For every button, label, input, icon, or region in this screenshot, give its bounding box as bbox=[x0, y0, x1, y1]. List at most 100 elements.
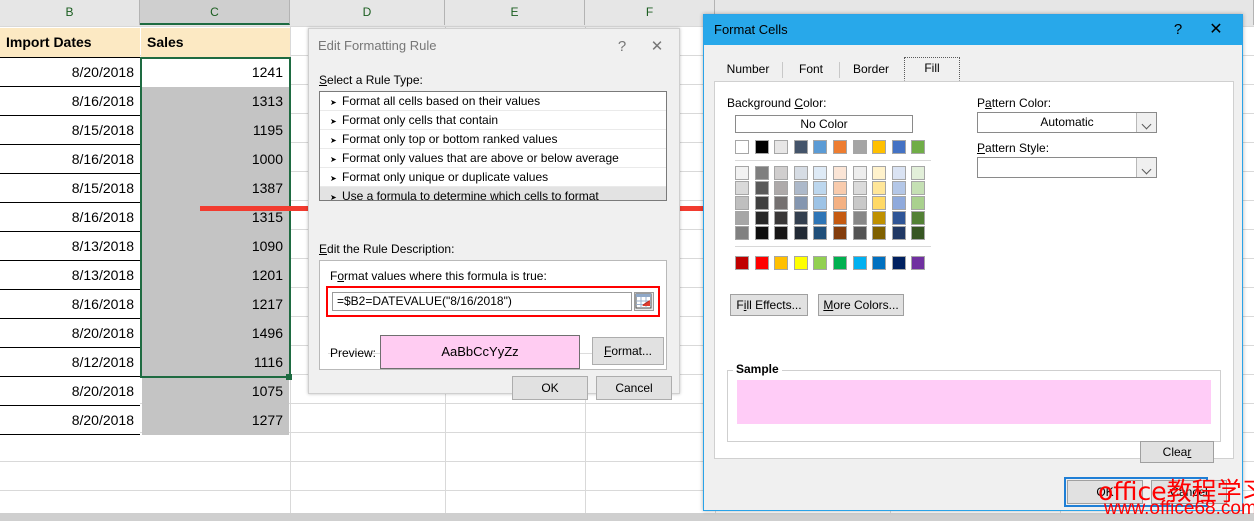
color-swatch[interactable] bbox=[774, 140, 788, 154]
clear-button[interactable]: Clear bbox=[1140, 441, 1214, 463]
color-swatch[interactable] bbox=[735, 256, 749, 270]
color-swatch[interactable] bbox=[833, 256, 847, 270]
color-swatch[interactable] bbox=[911, 140, 925, 154]
color-swatch[interactable] bbox=[872, 166, 886, 180]
cell-c1-header[interactable]: Sales bbox=[141, 28, 290, 58]
rule-type-list[interactable]: ➤Format all cells based on their values➤… bbox=[319, 91, 667, 201]
table-row-date[interactable]: 8/13/2018 bbox=[0, 261, 140, 290]
color-swatch[interactable] bbox=[774, 256, 788, 270]
color-swatch[interactable] bbox=[813, 166, 827, 180]
chevron-down-icon[interactable] bbox=[1136, 158, 1156, 177]
color-swatch[interactable] bbox=[853, 196, 867, 210]
table-row-date[interactable]: 8/12/2018 bbox=[0, 348, 140, 377]
color-swatch[interactable] bbox=[794, 256, 808, 270]
chevron-down-icon[interactable] bbox=[1136, 113, 1156, 132]
table-row-sales[interactable]: 1387 bbox=[142, 174, 289, 203]
fill-handle[interactable] bbox=[286, 374, 292, 380]
table-row-sales[interactable]: 1090 bbox=[142, 232, 289, 261]
color-swatch[interactable] bbox=[813, 211, 827, 225]
column-header-b[interactable]: B bbox=[0, 0, 140, 25]
color-swatch[interactable] bbox=[794, 181, 808, 195]
color-swatch[interactable] bbox=[735, 211, 749, 225]
pattern-style-select[interactable] bbox=[977, 157, 1157, 178]
table-row-date[interactable]: 8/13/2018 bbox=[0, 232, 140, 261]
color-swatch[interactable] bbox=[813, 256, 827, 270]
color-swatch[interactable] bbox=[853, 140, 867, 154]
color-swatch[interactable] bbox=[892, 181, 906, 195]
color-swatch[interactable] bbox=[755, 140, 769, 154]
table-row-date[interactable]: 8/20/2018 bbox=[0, 319, 140, 348]
pattern-color-select[interactable]: Automatic bbox=[977, 112, 1157, 133]
color-swatch[interactable] bbox=[892, 211, 906, 225]
table-row-date[interactable]: 8/16/2018 bbox=[0, 145, 140, 174]
table-row-date[interactable]: 8/15/2018 bbox=[0, 174, 140, 203]
format-cells-titlebar[interactable]: Format Cells bbox=[704, 15, 1242, 45]
table-row-sales[interactable]: 1116 bbox=[142, 348, 289, 377]
help-icon[interactable]: ? bbox=[611, 37, 633, 57]
color-swatch[interactable] bbox=[813, 181, 827, 195]
table-row-sales[interactable]: 1313 bbox=[142, 87, 289, 116]
color-swatch[interactable] bbox=[755, 181, 769, 195]
close-icon[interactable]: ✕ bbox=[645, 37, 669, 57]
cell-b1-header[interactable]: Import Dates bbox=[0, 28, 140, 58]
more-colors-button[interactable]: More Colors... bbox=[818, 294, 904, 316]
table-row-sales[interactable]: 1277 bbox=[142, 406, 289, 435]
rule-type-option[interactable]: ➤Format only top or bottom ranked values bbox=[320, 130, 666, 149]
color-swatch[interactable] bbox=[774, 211, 788, 225]
color-swatch[interactable] bbox=[735, 140, 749, 154]
no-color-button[interactable]: No Color bbox=[735, 115, 913, 133]
color-swatch[interactable] bbox=[892, 256, 906, 270]
table-row-date[interactable]: 8/20/2018 bbox=[0, 406, 140, 435]
table-row-sales[interactable]: 1075 bbox=[142, 377, 289, 406]
color-swatch[interactable] bbox=[892, 196, 906, 210]
column-header-d[interactable]: D bbox=[290, 0, 445, 25]
table-row-date[interactable]: 8/16/2018 bbox=[0, 203, 140, 232]
color-swatch[interactable] bbox=[774, 196, 788, 210]
color-swatch[interactable] bbox=[892, 166, 906, 180]
color-swatch[interactable] bbox=[794, 166, 808, 180]
color-swatch[interactable] bbox=[774, 226, 788, 240]
fill-effects-button[interactable]: Fill Effects... bbox=[730, 294, 808, 316]
color-swatch[interactable] bbox=[872, 211, 886, 225]
rule-type-option[interactable]: ➤Format only cells that contain bbox=[320, 111, 666, 130]
horizontal-scrollbar[interactable] bbox=[0, 513, 1254, 521]
color-swatch[interactable] bbox=[872, 256, 886, 270]
table-row-date[interactable]: 8/16/2018 bbox=[0, 290, 140, 319]
range-selector-icon[interactable] bbox=[634, 292, 654, 311]
table-row-sales[interactable]: 1241 bbox=[142, 58, 289, 87]
color-swatch[interactable] bbox=[853, 256, 867, 270]
column-header-f[interactable]: F bbox=[585, 0, 715, 25]
table-row-date[interactable]: 8/20/2018 bbox=[0, 58, 140, 87]
color-swatch[interactable] bbox=[833, 211, 847, 225]
color-swatch[interactable] bbox=[911, 226, 925, 240]
color-swatch[interactable] bbox=[911, 211, 925, 225]
color-swatch[interactable] bbox=[735, 166, 749, 180]
color-swatch[interactable] bbox=[755, 226, 769, 240]
column-header-c[interactable]: C bbox=[140, 0, 290, 25]
color-swatch[interactable] bbox=[872, 226, 886, 240]
color-swatch[interactable] bbox=[794, 140, 808, 154]
tab-border[interactable]: Border bbox=[840, 59, 902, 81]
color-swatch[interactable] bbox=[911, 196, 925, 210]
color-swatch[interactable] bbox=[794, 211, 808, 225]
color-swatch[interactable] bbox=[735, 181, 749, 195]
color-swatch[interactable] bbox=[813, 140, 827, 154]
color-swatch[interactable] bbox=[735, 196, 749, 210]
help-icon[interactable]: ? bbox=[1166, 20, 1190, 40]
tab-font[interactable]: Font bbox=[783, 59, 839, 81]
formula-input[interactable]: =$B2=DATEVALUE("8/16/2018") bbox=[332, 292, 632, 311]
color-swatch[interactable] bbox=[833, 140, 847, 154]
color-swatch[interactable] bbox=[774, 166, 788, 180]
tab-fill[interactable]: Fill bbox=[904, 57, 960, 81]
color-swatch[interactable] bbox=[735, 226, 749, 240]
table-row-sales[interactable]: 1217 bbox=[142, 290, 289, 319]
color-swatch[interactable] bbox=[892, 140, 906, 154]
table-row-sales[interactable]: 1201 bbox=[142, 261, 289, 290]
close-icon[interactable]: ✕ bbox=[1204, 20, 1228, 40]
color-swatch[interactable] bbox=[833, 226, 847, 240]
color-swatch[interactable] bbox=[872, 140, 886, 154]
table-row-date[interactable]: 8/16/2018 bbox=[0, 87, 140, 116]
color-swatch[interactable] bbox=[911, 256, 925, 270]
color-swatch[interactable] bbox=[833, 166, 847, 180]
efr-ok-button[interactable]: OK bbox=[512, 376, 588, 400]
